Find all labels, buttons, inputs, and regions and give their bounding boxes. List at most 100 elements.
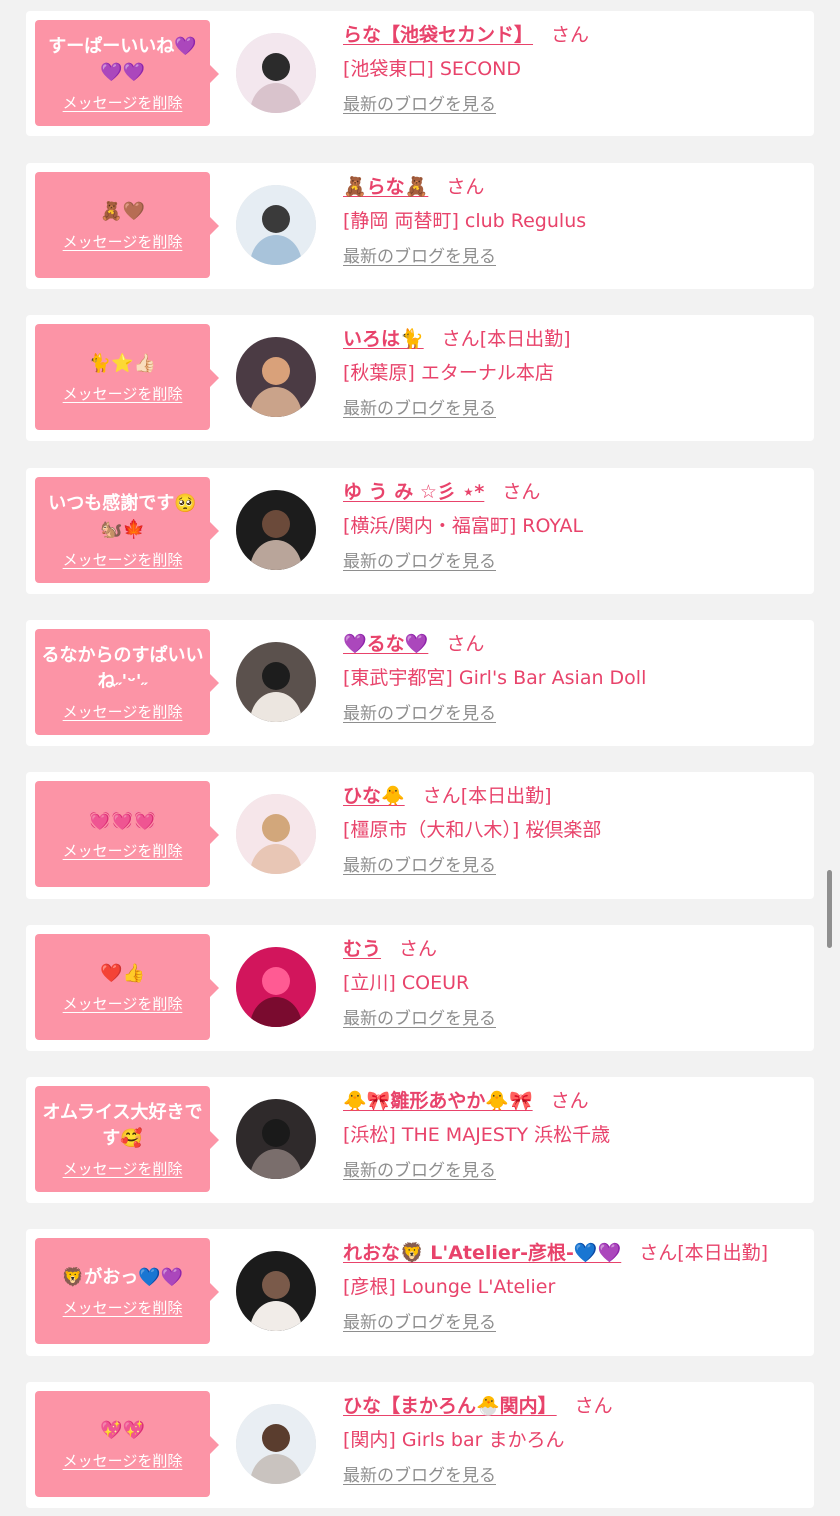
message-bubble: オムライス大好きです🥰 メッセージを削除 bbox=[35, 1086, 219, 1192]
shop-name: [関内] Girls bar まかろん bbox=[343, 1429, 565, 1451]
profile-photo-icon bbox=[236, 185, 316, 265]
shop-name: [池袋東口] SECOND bbox=[343, 58, 521, 80]
girl-info: いろは🐈 さん[本日出勤] [秋葉原] エターナル本店 最新のブログを見る bbox=[343, 325, 806, 421]
latest-blog-link[interactable]: 最新のブログを見る bbox=[343, 550, 496, 574]
avatar[interactable] bbox=[236, 794, 316, 874]
list-item: るなからのすぱいいね˶'ᵕ'˶ メッセージを削除 💜るな💜 さん [東武宇都宮] Gir… bbox=[26, 620, 814, 746]
girl-info: 💜るな💜 さん [東武宇都宮] Girl's Bar Asian Doll 最新のブロ… bbox=[343, 630, 806, 726]
delete-message-link[interactable]: メッセージを削除 bbox=[63, 231, 183, 252]
message-text: 💓💓💓 bbox=[88, 809, 157, 831]
honorific: さん bbox=[550, 1090, 589, 1112]
girl-name-link[interactable]: 💜るな💜 bbox=[343, 633, 428, 655]
name-line: 🐥🎀雛形あやか🐥🎀 さん bbox=[343, 1087, 806, 1115]
message-bubble: すーぱーいいね💜💜💜 メッセージを削除 bbox=[35, 20, 219, 126]
profile-photo-icon bbox=[236, 794, 316, 874]
profile-photo-icon bbox=[236, 490, 316, 570]
delete-message-link[interactable]: メッセージを削除 bbox=[63, 840, 183, 861]
message-text: すーぱーいいね💜💜💜 bbox=[48, 35, 197, 83]
honorific: さん bbox=[446, 633, 485, 655]
latest-blog-link[interactable]: 最新のブログを見る bbox=[343, 854, 496, 878]
message-bubble: 🧸🤎 メッセージを削除 bbox=[35, 172, 219, 278]
message-bubble: ❤️👍 メッセージを削除 bbox=[35, 934, 219, 1040]
status-badge: [本日出勤] bbox=[677, 1242, 769, 1264]
girl-name-link[interactable]: 🧸らな🧸 bbox=[343, 176, 428, 198]
honorific: さん bbox=[441, 328, 480, 350]
message-bubble: るなからのすぱいいね˶'ᵕ'˶ メッセージを削除 bbox=[35, 629, 219, 735]
profile-photo-icon bbox=[236, 947, 316, 1027]
latest-blog-link[interactable]: 最新のブログを見る bbox=[343, 1007, 496, 1031]
delete-message-link[interactable]: メッセージを削除 bbox=[63, 1450, 183, 1471]
name-line: らな【池袋セカンド】 さん bbox=[343, 21, 806, 49]
message-text: るなからのすぱいいね˶'ᵕ'˶ bbox=[41, 644, 204, 692]
name-line: ゆ う み ☆彡 ⋆* さん bbox=[343, 478, 806, 506]
girl-name-link[interactable]: ひな【まかろん🐣関内】 bbox=[343, 1395, 557, 1417]
name-line: 💜るな💜 さん bbox=[343, 630, 806, 658]
girl-name-link[interactable]: ひな🐥 bbox=[343, 785, 405, 807]
girl-info: 🧸らな🧸 さん [静岡 両替町] club Regulus 最新のブログを見る bbox=[343, 173, 806, 269]
status-badge: [本日出勤] bbox=[460, 785, 552, 807]
avatar[interactable] bbox=[236, 1404, 316, 1484]
delete-message-link[interactable]: メッセージを削除 bbox=[63, 92, 183, 113]
list-item: 💓💓💓 メッセージを削除 ひな🐥 さん[本日出勤] [橿原市（大和八木）] 桜倶楽部 最新… bbox=[26, 772, 814, 899]
avatar[interactable] bbox=[236, 33, 316, 113]
shop-name: [静岡 両替町] club Regulus bbox=[343, 210, 587, 232]
list-item: 🐈⭐👍🏻 メッセージを削除 いろは🐈 さん[本日出勤] [秋葉原] エターナル本店 最新の… bbox=[26, 315, 814, 441]
latest-blog-link[interactable]: 最新のブログを見る bbox=[343, 93, 496, 117]
message-text: 🐈⭐👍🏻 bbox=[88, 352, 157, 374]
girl-info: れおな🦁 L'Atelier-彦根-💙💜 さん[本日出勤] [彦根] Lounge … bbox=[343, 1239, 806, 1335]
latest-blog-link[interactable]: 最新のブログを見る bbox=[343, 397, 496, 421]
message-list: すーぱーいいね💜💜💜 メッセージを削除 らな【池袋セカンド】 さん [池袋東口] SEC… bbox=[0, 0, 840, 1516]
list-item: 🦁がおっ💙💜 メッセージを削除 れおな🦁 L'Atelier-彦根-💙💜 さん[本日出… bbox=[26, 1229, 814, 1356]
message-bubble: 🐈⭐👍🏻 メッセージを削除 bbox=[35, 324, 219, 430]
avatar[interactable] bbox=[236, 642, 316, 722]
name-line: れおな🦁 L'Atelier-彦根-💙💜 さん[本日出勤] bbox=[343, 1239, 806, 1267]
latest-blog-link[interactable]: 最新のブログを見る bbox=[343, 1464, 496, 1488]
latest-blog-link[interactable]: 最新のブログを見る bbox=[343, 1159, 496, 1183]
list-item: すーぱーいいね💜💜💜 メッセージを削除 らな【池袋セカンド】 さん [池袋東口] SEC… bbox=[26, 11, 814, 136]
girl-name-link[interactable]: らな【池袋セカンド】 bbox=[343, 24, 533, 46]
girl-name-link[interactable]: いろは🐈 bbox=[343, 328, 424, 350]
profile-photo-icon bbox=[236, 33, 316, 113]
honorific: さん bbox=[551, 24, 590, 46]
shop-name: [秋葉原] エターナル本店 bbox=[343, 362, 554, 384]
list-item: オムライス大好きです🥰 メッセージを削除 🐥🎀雛形あやか🐥🎀 さん [浜松] THE M… bbox=[26, 1077, 814, 1203]
name-line: ひな【まかろん🐣関内】 さん bbox=[343, 1392, 806, 1420]
avatar[interactable] bbox=[236, 1099, 316, 1179]
avatar[interactable] bbox=[236, 185, 316, 265]
honorific: さん bbox=[639, 1242, 678, 1264]
profile-photo-icon bbox=[236, 1251, 316, 1331]
shop-name: [浜松] THE MAJESTY 浜松千歳 bbox=[343, 1124, 611, 1146]
delete-message-link[interactable]: メッセージを削除 bbox=[63, 1158, 183, 1179]
message-text: いつも感謝です🥺🐿️🍁 bbox=[48, 492, 197, 540]
avatar[interactable] bbox=[236, 490, 316, 570]
delete-message-link[interactable]: メッセージを削除 bbox=[63, 993, 183, 1014]
latest-blog-link[interactable]: 最新のブログを見る bbox=[343, 702, 496, 726]
scrollbar[interactable] bbox=[827, 870, 832, 948]
avatar[interactable] bbox=[236, 947, 316, 1027]
message-text: 🦁がおっ💙💜 bbox=[61, 1266, 184, 1288]
delete-message-link[interactable]: メッセージを削除 bbox=[63, 549, 183, 570]
shop-name: [東武宇都宮] Girl's Bar Asian Doll bbox=[343, 667, 647, 689]
avatar[interactable] bbox=[236, 1251, 316, 1331]
avatar[interactable] bbox=[236, 337, 316, 417]
message-bubble: いつも感謝です🥺🐿️🍁 メッセージを削除 bbox=[35, 477, 219, 583]
honorific: さん bbox=[502, 481, 541, 503]
girl-name-link[interactable]: 🐥🎀雛形あやか🐥🎀 bbox=[343, 1090, 533, 1112]
delete-message-link[interactable]: メッセージを削除 bbox=[63, 383, 183, 404]
girl-name-link[interactable]: むう bbox=[343, 938, 381, 960]
list-item: 💖💖 メッセージを削除 ひな【まかろん🐣関内】 さん [関内] Girls bar まか… bbox=[26, 1382, 814, 1508]
shop-name: [彦根] Lounge L'Atelier bbox=[343, 1276, 556, 1298]
delete-message-link[interactable]: メッセージを削除 bbox=[63, 701, 183, 722]
message-text: 💖💖 bbox=[100, 1419, 145, 1441]
list-item: いつも感謝です🥺🐿️🍁 メッセージを削除 ゆ う み ☆彡 ⋆* さん [横浜/関内・福… bbox=[26, 468, 814, 594]
girl-name-link[interactable]: ゆ う み ☆彡 ⋆* bbox=[343, 481, 484, 503]
name-line: むう さん bbox=[343, 935, 806, 963]
message-text: ❤️👍 bbox=[100, 962, 145, 984]
shop-name: [橿原市（大和八木）] 桜倶楽部 bbox=[343, 819, 602, 841]
latest-blog-link[interactable]: 最新のブログを見る bbox=[343, 1311, 496, 1335]
latest-blog-link[interactable]: 最新のブログを見る bbox=[343, 245, 496, 269]
girl-name-link[interactable]: れおな🦁 L'Atelier-彦根-💙💜 bbox=[343, 1242, 621, 1264]
honorific: さん bbox=[574, 1395, 613, 1417]
girl-info: らな【池袋セカンド】 さん [池袋東口] SECOND 最新のブログを見る bbox=[343, 21, 806, 117]
delete-message-link[interactable]: メッセージを削除 bbox=[63, 1297, 183, 1318]
